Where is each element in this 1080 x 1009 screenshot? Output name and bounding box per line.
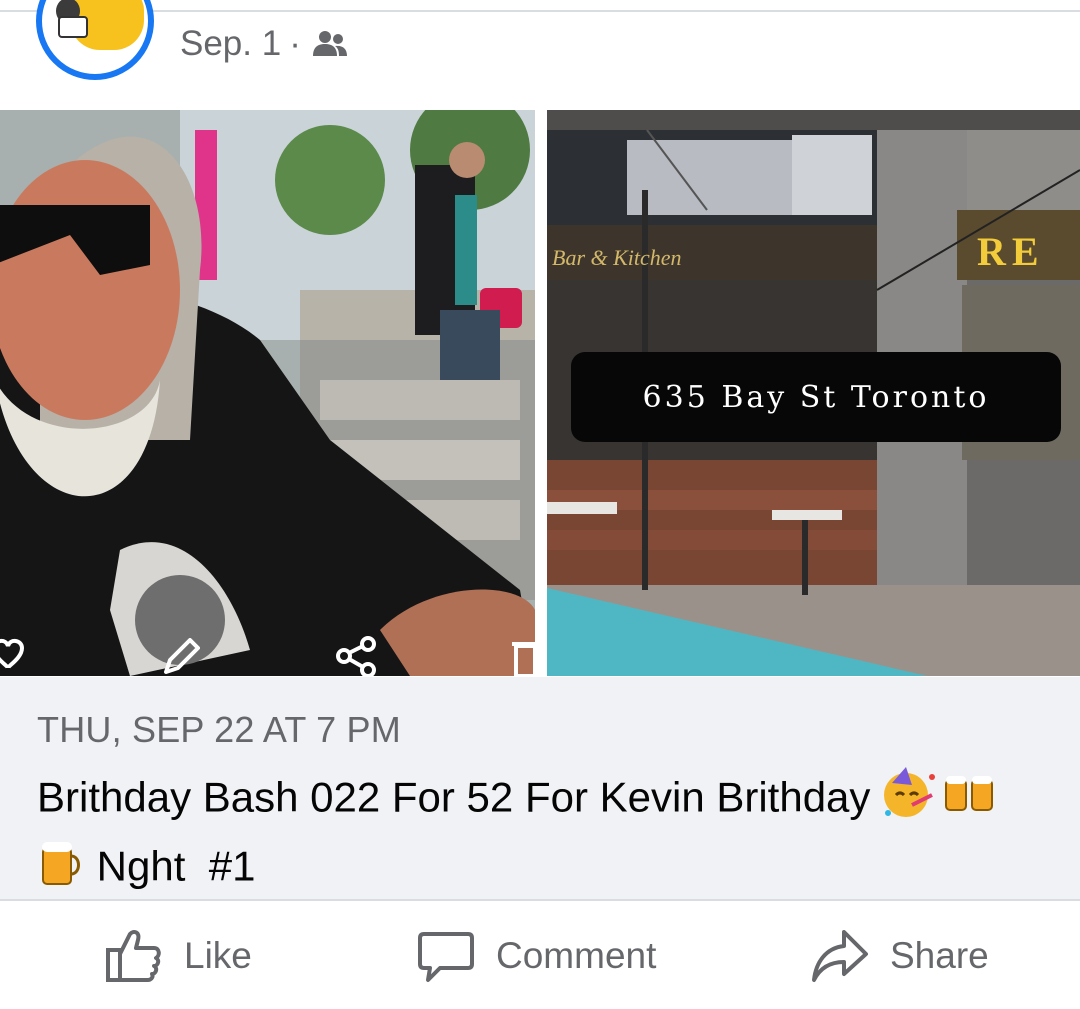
event-card[interactable]: THU, SEP 22 AT 7 PM Brithday Bash 022 Fo… xyxy=(0,677,1080,899)
comment-label: Comment xyxy=(496,935,657,976)
bar-sign-text: Bar & Kitchen xyxy=(552,245,682,270)
trash-icon[interactable] xyxy=(512,638,535,676)
restaurant-sign-text: RE xyxy=(977,229,1045,274)
friends-icon[interactable] xyxy=(311,30,349,58)
edit-pencil-icon[interactable] xyxy=(160,638,200,676)
post-header: Sep. 1 · xyxy=(0,0,1080,108)
beer-mug-icon xyxy=(37,836,85,903)
photo-grid: Bar & Kitchen RE 635 Bay St Toronto xyxy=(0,110,1080,676)
photo-left[interactable] xyxy=(0,110,535,676)
share-button[interactable]: Share xyxy=(810,930,989,982)
man-photo-image xyxy=(0,110,535,676)
like-label: Like xyxy=(184,935,252,976)
share-label: Share xyxy=(890,935,989,976)
event-title-line2: Nght #1 xyxy=(96,842,256,890)
location-caption: 635 Bay St Toronto xyxy=(571,352,1061,442)
post-meta: Sep. 1 · xyxy=(180,24,349,64)
event-datetime: THU, SEP 22 AT 7 PM xyxy=(37,709,401,750)
clinking-beer-mugs-icon xyxy=(942,768,998,833)
comment-button[interactable]: Comment xyxy=(416,931,657,982)
location-caption-text: 635 Bay St Toronto xyxy=(642,379,990,415)
share-arrow-icon xyxy=(812,930,868,982)
party-face-icon xyxy=(882,765,942,836)
post-date[interactable]: Sep. 1 xyxy=(180,24,281,64)
event-title-line1: Brithday Bash 022 For 52 For Kevin Brith… xyxy=(37,773,871,821)
post-actions: Like Comment Share xyxy=(0,901,1080,1009)
event-title[interactable]: Brithday Bash 022 For 52 For Kevin Brith… xyxy=(37,765,1047,903)
profile-avatar[interactable] xyxy=(36,0,154,80)
comment-bubble-icon xyxy=(418,932,474,982)
like-button[interactable]: Like xyxy=(104,930,252,982)
avatar-shirt-graphic xyxy=(58,16,88,38)
thumbs-up-icon xyxy=(106,930,161,982)
like-photo-icon[interactable] xyxy=(0,638,28,676)
meta-separator: · xyxy=(289,24,301,63)
photo-right[interactable]: Bar & Kitchen RE 635 Bay St Toronto xyxy=(547,110,1080,676)
top-divider xyxy=(0,0,1080,12)
share-photo-icon[interactable] xyxy=(336,636,378,676)
